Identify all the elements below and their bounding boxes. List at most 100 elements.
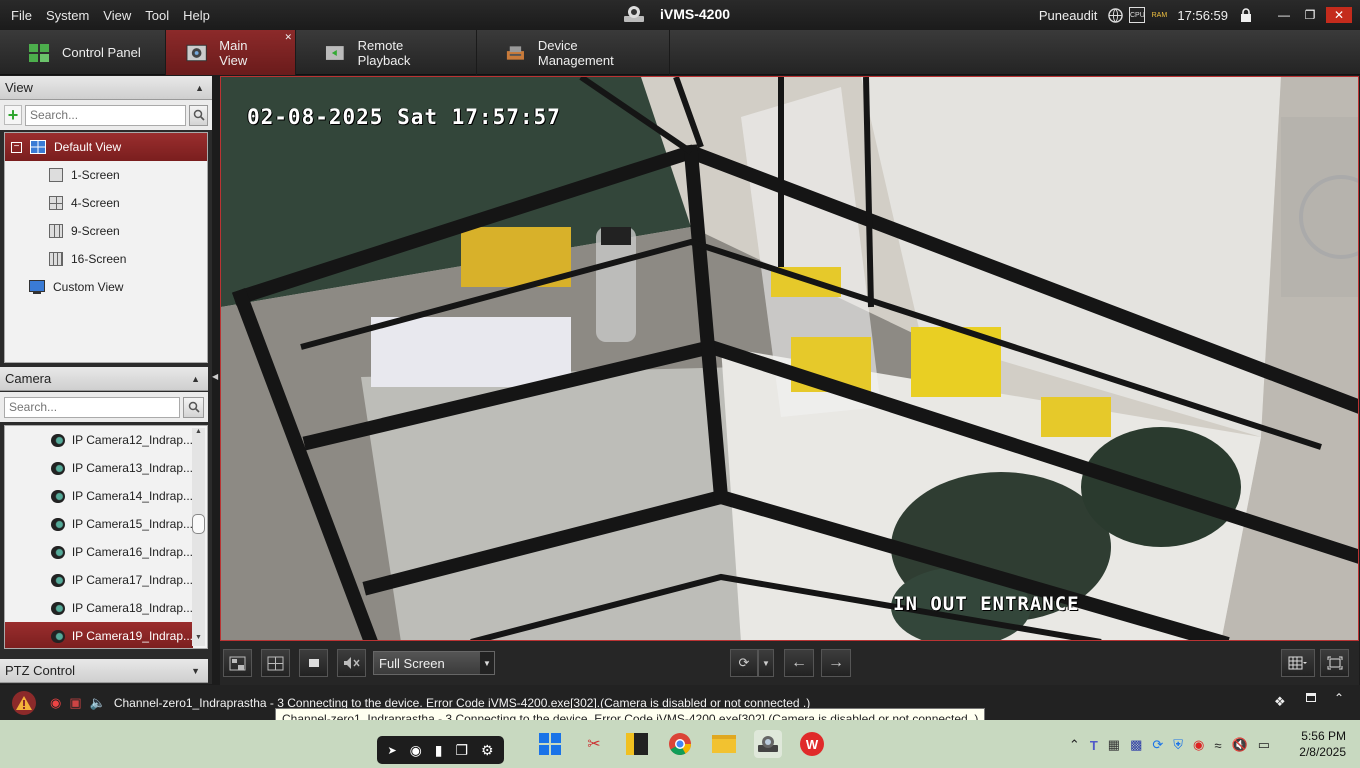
camera-search-input[interactable] — [4, 396, 180, 418]
tab-main-view[interactable]: Main View ✕ — [166, 30, 296, 75]
scroll-thumb[interactable] — [192, 514, 205, 534]
tray-app-icon[interactable]: ▦ — [1108, 737, 1120, 753]
wifi-icon[interactable]: ≈ — [1214, 738, 1221, 753]
chevron-up-icon[interactable]: ⌃ — [1069, 737, 1080, 753]
restore-panel-icon[interactable] — [1306, 693, 1316, 702]
camera-list-item[interactable]: IP Camera17_Indrap... — [5, 566, 193, 594]
chrome-icon[interactable] — [666, 730, 694, 758]
chevron-down-icon[interactable]: ▼ — [480, 652, 494, 674]
expand-up-icon[interactable]: ⌃ — [1334, 691, 1344, 705]
collapse-up-icon[interactable]: ▲ — [191, 374, 200, 384]
camera-icon — [51, 573, 65, 587]
refresh-button[interactable]: ⟳ — [730, 649, 758, 677]
refresh-menu-button[interactable]: ▼ — [758, 649, 774, 677]
next-page-button[interactable]: → — [821, 649, 851, 677]
event-icon[interactable]: ◉ — [50, 695, 61, 711]
tab-close-icon[interactable]: ✕ — [284, 32, 292, 43]
app-logo-icon — [624, 6, 644, 22]
alarm-icon[interactable] — [12, 690, 36, 715]
view-section-header[interactable]: View ▲ — [0, 76, 212, 100]
taskbar-clock[interactable]: 5:56 PM 2/8/2025 — [1299, 728, 1346, 760]
four-screen-icon — [49, 196, 63, 210]
fullscreen-button[interactable] — [1320, 649, 1349, 677]
camera-list-item[interactable]: IP Camera15_Indrap... — [5, 510, 193, 538]
audio-alarm-icon[interactable]: 🔈 — [90, 695, 106, 711]
camera-section-header[interactable]: Camera ▲ — [0, 367, 208, 391]
camera-list-scrollbar[interactable]: ▲ ▼ — [192, 428, 205, 646]
sync-icon[interactable]: ⟳ — [1152, 737, 1163, 753]
settings-gear-icon[interactable]: ⚙ — [481, 742, 494, 759]
tree-item-9-screen[interactable]: 9-Screen — [5, 217, 207, 245]
tab-device-management[interactable]: Device Management — [477, 30, 670, 75]
collapse-up-icon[interactable]: ▲ — [195, 83, 204, 93]
add-view-button[interactable]: + — [4, 105, 23, 125]
previous-page-button[interactable]: ← — [784, 649, 814, 677]
record-icon[interactable]: ◉ — [1193, 737, 1204, 753]
collapse-icon[interactable]: − — [11, 141, 22, 153]
tree-item-default-view[interactable]: − Default View — [5, 133, 207, 161]
camera-list-item-selected[interactable]: IP Camera19_Indrap... — [5, 622, 193, 648]
expand-down-icon[interactable]: ▼ — [191, 666, 200, 676]
camera-search-button[interactable] — [183, 396, 204, 418]
scroll-up-icon[interactable]: ▲ — [192, 428, 205, 440]
shield-icon[interactable]: ⛨ — [1173, 737, 1183, 753]
custom-view-label: Custom View — [53, 280, 124, 294]
capture-toolbar: ➤ ◉ ▮ ❐ ⚙ — [377, 736, 504, 764]
menu-tool[interactable]: Tool — [138, 8, 176, 23]
view-search-button[interactable] — [189, 104, 208, 126]
lock-icon[interactable] — [1238, 7, 1254, 23]
window-capture-icon[interactable]: ❐ — [455, 742, 468, 759]
panel-collapse-handle[interactable]: ◀ — [212, 372, 220, 386]
restore-button[interactable]: ❐ — [1300, 7, 1320, 23]
app-title: iVMS-4200 — [622, 4, 730, 24]
video-record-icon[interactable]: ▮ — [435, 742, 443, 759]
ptz-section-header[interactable]: PTZ Control ▼ — [0, 659, 208, 683]
menu-help[interactable]: Help — [176, 8, 217, 23]
tree-item-1-screen[interactable]: 1-Screen — [5, 161, 207, 189]
battery-icon[interactable]: ▭ — [1258, 737, 1270, 753]
view-search-input[interactable] — [25, 104, 187, 126]
camera-list-item[interactable]: IP Camera14_Indrap... — [5, 482, 193, 510]
layout-button[interactable] — [261, 649, 290, 677]
tab-remote-playback[interactable]: Remote Playback — [296, 30, 477, 75]
close-button[interactable]: ✕ — [1326, 7, 1352, 23]
window-mode-select[interactable]: Full Screen ▼ — [373, 651, 495, 675]
view-tree: − Default View 1-Screen 4-Screen 9-Scree… — [4, 132, 208, 363]
camera-list-item[interactable]: IP Camera16_Indrap... — [5, 538, 193, 566]
stop-icon — [308, 659, 319, 667]
start-icon[interactable] — [536, 730, 564, 758]
save-view-button[interactable] — [223, 649, 252, 677]
ivms-taskbar-icon[interactable] — [754, 730, 782, 758]
menu-view[interactable]: View — [96, 8, 138, 23]
volume-muted-icon[interactable]: 🔇 — [1232, 737, 1248, 753]
live-video-pane[interactable]: 02-08-2025 Sat 17:57:57 IN OUT ENTRANCE — [220, 76, 1359, 641]
globe-icon[interactable] — [1107, 7, 1123, 23]
snipping-tool-icon[interactable]: ✂ — [580, 730, 608, 758]
device-alarm-icon[interactable]: ▣ — [69, 695, 81, 711]
tray-app2-icon[interactable]: ▩ — [1130, 737, 1142, 753]
camera-capture-icon[interactable]: ◉ — [410, 742, 422, 759]
tree-item-custom-view[interactable]: Custom View — [5, 273, 207, 301]
custom-view-icon — [29, 280, 45, 294]
mute-button[interactable] — [337, 649, 366, 677]
stop-all-button[interactable] — [299, 649, 328, 677]
sticky-notes-icon[interactable] — [623, 730, 651, 758]
pointer-icon[interactable]: ➤ — [387, 744, 396, 757]
wps-office-icon[interactable]: W — [798, 730, 826, 758]
window-division-button[interactable] — [1281, 649, 1315, 677]
teams-icon[interactable]: T — [1090, 738, 1098, 753]
minimize-button[interactable]: — — [1274, 7, 1294, 23]
tab-control-panel[interactable]: Control Panel — [0, 30, 166, 75]
camera-list-item[interactable]: IP Camera12_Indrap... — [5, 426, 193, 454]
scroll-down-icon[interactable]: ▼ — [192, 634, 205, 646]
menu-file[interactable]: File — [4, 8, 39, 23]
pin-icon[interactable]: ❖ — [1274, 694, 1286, 710]
camera-list-item[interactable]: IP Camera13_Indrap... — [5, 454, 193, 482]
tree-item-4-screen[interactable]: 4-Screen — [5, 189, 207, 217]
camera-list-item[interactable]: IP Camera18_Indrap... — [5, 594, 193, 622]
title-clock: 17:56:59 — [1177, 7, 1228, 23]
speaker-muted-icon — [344, 657, 360, 669]
menu-system[interactable]: System — [39, 8, 96, 23]
tree-item-16-screen[interactable]: 16-Screen — [5, 245, 207, 273]
file-explorer-icon[interactable] — [710, 730, 738, 758]
